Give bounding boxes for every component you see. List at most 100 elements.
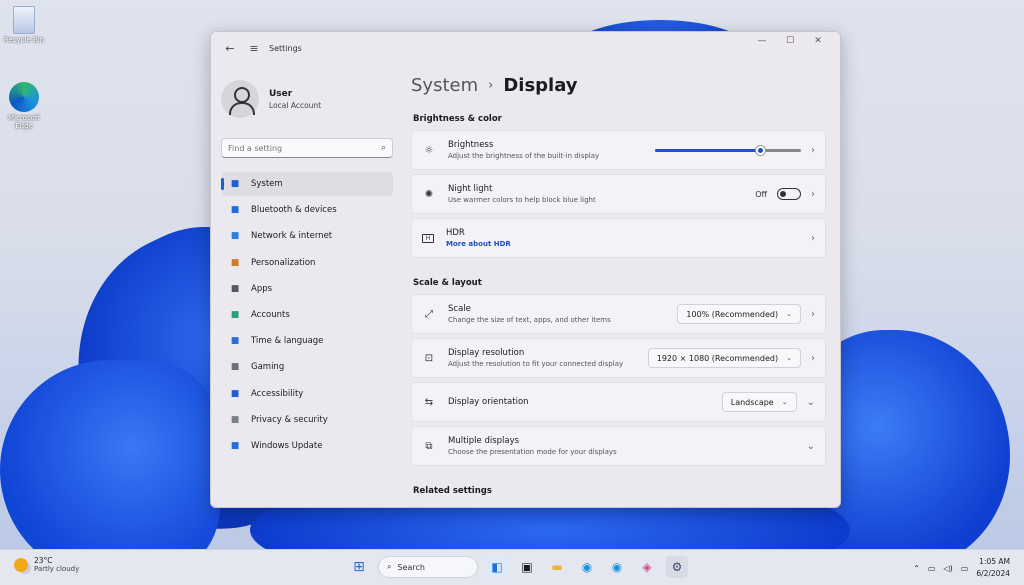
setting-title: Night light <box>448 184 493 194</box>
sidebar: User Local Account ⌕ ■ System ■ Bluetooth &… <box>211 64 401 507</box>
orientation-setting[interactable]: ⇆ Display orientation Landscape ⌄ ⌄ <box>411 382 826 422</box>
multiple-displays-setting[interactable]: ⧉ Multiple displays Choose the presentat… <box>411 426 826 466</box>
night-light-setting[interactable]: ✺ Night light Use warmer colors to help … <box>411 174 826 214</box>
chevron-right-icon[interactable]: › <box>811 309 815 320</box>
breadcrumb-parent[interactable]: System <box>411 75 478 96</box>
search-icon[interactable]: ⌕ <box>381 143 386 153</box>
avatar <box>221 80 259 118</box>
scale-dropdown[interactable]: 100% (Recommended) ⌄ <box>677 304 801 324</box>
sidebar-item-bluetooth-devices[interactable]: ■ Bluetooth & devices <box>221 198 393 222</box>
setting-title: Display orientation <box>448 397 529 407</box>
brightness-setting[interactable]: ☼ Brightness Adjust the brightness of th… <box>411 130 826 170</box>
sidebar-item-windows-update[interactable]: ■ Windows Update <box>221 434 393 458</box>
scale-setting[interactable]: ⤢ Scale Change the size of text, apps, a… <box>411 294 826 334</box>
taskbar-app-store[interactable]: ◈ <box>636 556 658 578</box>
sidebar-item-network-internet[interactable]: ■ Network & internet <box>221 224 393 248</box>
desktop-icon-edge[interactable]: Microsoft Edge <box>0 82 54 130</box>
battery-icon[interactable]: ▭ <box>961 564 969 573</box>
taskbar-app-file-explorer[interactable]: ▬ <box>546 556 568 578</box>
sidebar-item-label: Accounts <box>251 309 290 320</box>
hamburger-menu-icon[interactable]: ≡ <box>245 42 263 55</box>
settings-search-input[interactable] <box>228 143 368 153</box>
taskbar-app-copilot[interactable]: ◧ <box>486 556 508 578</box>
sidebar-item-apps[interactable]: ■ Apps <box>221 277 393 301</box>
sidebar-item-accessibility[interactable]: ■ Accessibility <box>221 382 393 406</box>
resolution-icon: ⊡ <box>424 352 434 364</box>
chevron-right-icon[interactable]: › <box>811 233 815 244</box>
partly-cloudy-icon <box>14 557 28 572</box>
setting-description: Adjust the resolution to fit your connec… <box>448 360 624 368</box>
orientation-icon: ⇆ <box>424 396 434 408</box>
page-title: Display <box>503 74 578 96</box>
hdr-link[interactable]: More about HDR <box>446 240 511 248</box>
chevron-down-icon[interactable]: ⌄ <box>807 441 815 452</box>
clock-time: 1:05 AM <box>979 557 1010 566</box>
settings-window: ← ≡ Settings — ☐ ✕ User Local Account ⌕ … <box>210 31 841 508</box>
search-icon: ⌕ <box>387 562 392 571</box>
maximize-button[interactable]: ☐ <box>776 36 804 46</box>
sidebar-item-system[interactable]: ■ System <box>221 172 393 196</box>
settings-search-box: ⌕ <box>221 138 393 158</box>
section-heading: Related settings <box>413 486 492 496</box>
user-account-type: Local Account <box>269 100 322 110</box>
sidebar-item-privacy-security[interactable]: ■ Privacy & security <box>221 408 393 432</box>
night-light-icon: ✺ <box>424 188 434 200</box>
start-button[interactable]: ⊞ <box>348 556 370 578</box>
hdr-setting[interactable]: H HDR More about HDR › <box>411 218 826 258</box>
weather-temperature: 23°C <box>34 556 53 565</box>
dropdown-value: Landscape <box>730 397 774 407</box>
sidebar-item-accounts[interactable]: ■ Accounts <box>221 303 393 327</box>
chevron-right-icon[interactable]: › <box>811 145 815 156</box>
setting-title: Brightness <box>448 140 494 150</box>
controller-icon: ■ <box>230 362 240 373</box>
resolution-dropdown[interactable]: 1920 × 1080 (Recommended) ⌄ <box>647 348 801 368</box>
orientation-dropdown[interactable]: Landscape ⌄ <box>721 392 797 412</box>
accessibility-icon: ■ <box>230 388 240 399</box>
clock[interactable]: 1:05 AM 6/2/2024 <box>976 556 1010 580</box>
back-arrow-icon[interactable]: ← <box>221 42 239 55</box>
section-heading: Brightness & color <box>413 114 502 124</box>
sidebar-item-gaming[interactable]: ■ Gaming <box>221 355 393 379</box>
search-label: Search <box>397 562 425 572</box>
chevron-right-icon[interactable]: › <box>811 189 815 200</box>
chevron-down-icon: ⌄ <box>786 310 792 318</box>
sidebar-item-personalization[interactable]: ■ Personalization <box>221 251 393 275</box>
chevron-down-icon: ⌄ <box>781 398 788 406</box>
monitor-icon[interactable]: ▭ <box>928 564 936 573</box>
brightness-slider[interactable] <box>655 145 801 155</box>
recycle-bin-icon <box>13 6 35 34</box>
taskbar-app-settings[interactable]: ⚙ <box>666 556 688 578</box>
apps-icon: ■ <box>230 283 240 294</box>
night-light-toggle[interactable] <box>777 188 801 200</box>
volume-icon[interactable]: ◁) <box>943 564 952 573</box>
slider-fill <box>655 148 761 152</box>
weather-widget[interactable]: 23°C Partly cloudy <box>14 556 79 573</box>
brush-icon: ■ <box>230 257 240 268</box>
taskbar-app-edge[interactable]: ◉ <box>576 556 598 578</box>
taskbar-app-edge-beta[interactable]: ◉ <box>606 556 628 578</box>
minimize-button[interactable]: — <box>748 36 776 46</box>
dropdown-value: 100% (Recommended) <box>686 309 779 319</box>
dropdown-value: 1920 × 1080 (Recommended) <box>656 353 779 363</box>
multiple-displays-icon: ⧉ <box>425 440 433 452</box>
sidebar-item-time-language[interactable]: ■ Time & language <box>221 329 393 353</box>
desktop-icon-label: Microsoft Edge <box>8 114 40 130</box>
taskbar-search[interactable]: ⌕ Search <box>378 556 478 578</box>
chevron-down-icon: ⌄ <box>786 354 792 362</box>
desktop-icon-recycle-bin[interactable]: Recycle Bin <box>0 6 54 44</box>
section-heading: Scale & layout <box>413 278 482 288</box>
sidebar-item-label: Windows Update <box>251 440 323 451</box>
chevron-right-icon[interactable]: › <box>811 353 815 364</box>
sidebar-item-label: Privacy & security <box>251 414 328 425</box>
slider-thumb[interactable] <box>756 145 766 155</box>
resolution-setting[interactable]: ⊡ Display resolution Adjust the resoluti… <box>411 338 826 378</box>
chevron-up-icon[interactable]: ⌃ <box>913 564 920 573</box>
taskbar-app-task-view[interactable]: ▣ <box>516 556 538 578</box>
toggle-state-label: Off <box>755 189 767 199</box>
close-button[interactable]: ✕ <box>804 36 832 46</box>
globe-icon: ■ <box>230 336 240 347</box>
user-name: User <box>269 88 293 99</box>
setting-title: Display resolution <box>448 348 525 358</box>
user-profile[interactable]: User Local Account <box>221 74 393 124</box>
chevron-down-icon[interactable]: ⌄ <box>807 397 815 408</box>
